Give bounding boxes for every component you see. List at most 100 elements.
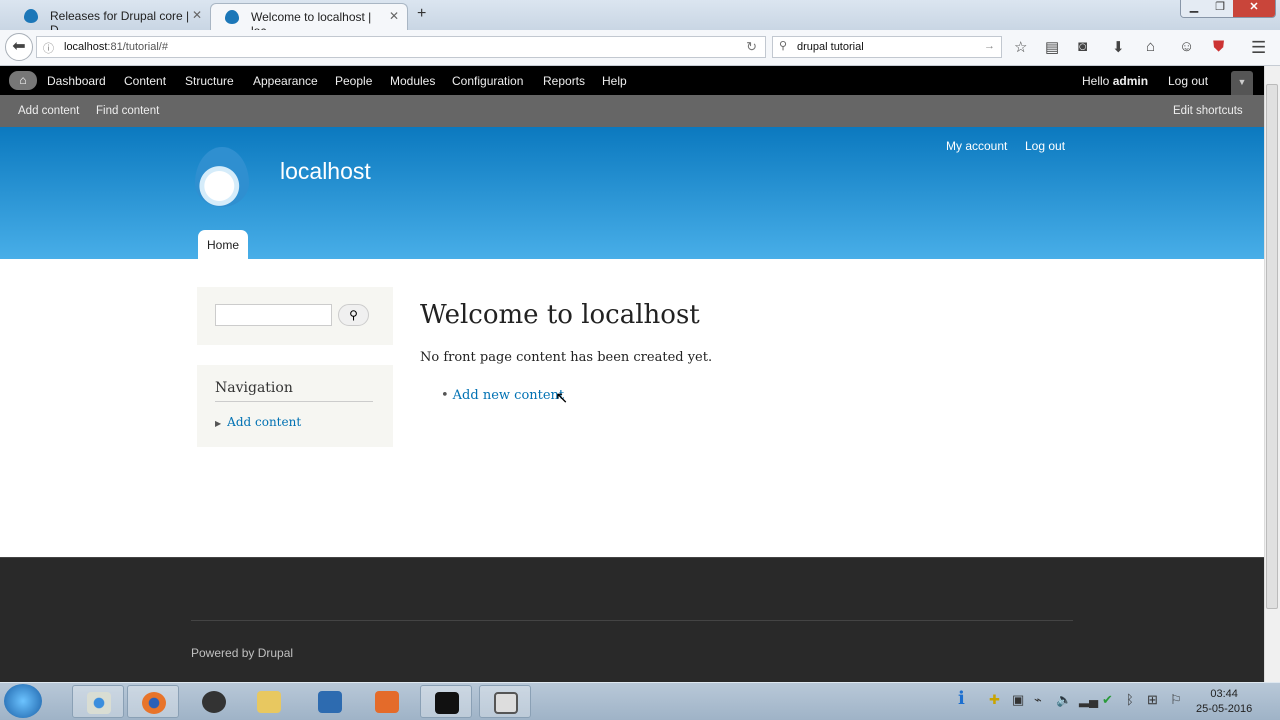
toolbar-structure[interactable]: Structure <box>185 74 234 88</box>
shortcut-add-content[interactable]: Add content <box>18 105 79 117</box>
taskbar-chrome[interactable] <box>72 685 124 718</box>
bluetooth-tray-icon[interactable]: ᛒ <box>1126 692 1134 707</box>
clock-time: 03:44 <box>1210 688 1238 700</box>
update-tray-icon[interactable]: ✚ <box>989 692 1000 708</box>
home-icon[interactable]: ⌂ <box>1146 38 1155 55</box>
info-icon[interactable]: ⓘ <box>43 40 54 56</box>
taskbar-cmd[interactable] <box>420 685 472 718</box>
nav-link[interactable]: Add content <box>227 415 301 429</box>
taskbar-window[interactable] <box>479 685 531 718</box>
toolbar-content[interactable]: Content <box>124 74 166 88</box>
toolbar-modules[interactable]: Modules <box>390 74 435 88</box>
navigation-block <box>197 365 393 447</box>
toolbar-reports[interactable]: Reports <box>543 74 585 88</box>
clock-date: 25-05-2016 <box>1196 703 1253 715</box>
download-icon[interactable]: ⬇ <box>1112 38 1125 56</box>
chrome-icon <box>87 692 111 714</box>
clock[interactable]: 03:44 25-05-2016 <box>1196 687 1252 717</box>
my-account-link[interactable]: My account <box>946 139 1007 153</box>
taskbar-xampp[interactable] <box>361 685 413 718</box>
window-icon <box>494 692 518 714</box>
page-title: Welcome to localhost <box>420 300 700 330</box>
terminal-icon <box>435 692 459 714</box>
restore-button[interactable]: ❐ <box>1207 0 1233 17</box>
pocket-icon[interactable]: ◙ <box>1078 38 1087 55</box>
network-tray-icon[interactable]: ✔ <box>1102 692 1113 708</box>
toolbar-appearance[interactable]: Appearance <box>253 74 318 88</box>
volume-tray-icon[interactable]: 🔈 <box>1056 692 1072 708</box>
folder-icon <box>257 691 281 713</box>
window-controls: ▁ ❐ ✕ <box>1180 0 1276 18</box>
search-value: drupal tutorial <box>797 41 864 53</box>
admin-toolbar: ⌂ Dashboard Content Structure Appearance… <box>0 66 1264 95</box>
tab-home[interactable]: Home <box>198 230 248 259</box>
toolbar-dashboard[interactable]: Dashboard <box>47 74 106 88</box>
search-input[interactable]: ⚲ drupal tutorial → <box>772 36 1002 58</box>
url-host: localhost <box>64 41 108 53</box>
powered-by[interactable]: Powered by Drupal <box>191 646 293 660</box>
minimize-button[interactable]: ▁ <box>1181 0 1207 17</box>
taskbar-firefox[interactable] <box>127 685 179 718</box>
site-search-input[interactable] <box>215 304 332 326</box>
reading-list-icon[interactable]: ▤ <box>1045 38 1059 56</box>
nav-item-add-content: ▶ Add content <box>215 415 301 429</box>
navigation-title: Navigation <box>215 380 293 396</box>
signal-tray-icon[interactable]: ▂▄ <box>1079 692 1098 708</box>
taskbar-app[interactable] <box>304 685 356 718</box>
reload-icon[interactable]: ↻ <box>746 39 757 55</box>
drupal-favicon-icon <box>24 9 38 23</box>
browser-tab-bar: Releases for Drupal core | D...✕ Welcome… <box>0 0 1280 38</box>
start-button[interactable] <box>4 684 42 718</box>
shortcuts-toggle-chevron-down-icon[interactable]: ▼ <box>1231 71 1253 95</box>
taskbar-explorer[interactable] <box>243 685 295 718</box>
toolbar-logout[interactable]: Log out <box>1168 74 1208 88</box>
search-button[interactable]: ⚲ <box>338 304 369 326</box>
search-icon: ⚲ <box>349 308 358 322</box>
chat-icon[interactable]: ☺ <box>1179 38 1194 55</box>
divider <box>215 401 373 402</box>
close-tab-icon[interactable]: ✕ <box>389 9 399 23</box>
shield-icon[interactable]: ⛊ <box>1213 38 1224 55</box>
new-tab-button[interactable]: + <box>417 5 426 23</box>
flag-tray-icon[interactable]: ⚐ <box>1170 692 1182 708</box>
add-new-content-item: • Add new content <box>441 388 564 403</box>
mouse-cursor-icon: ↖ <box>555 390 569 407</box>
toolbar-configuration[interactable]: Configuration <box>452 74 523 88</box>
close-tab-icon[interactable]: ✕ <box>192 8 202 22</box>
back-button[interactable]: ⬅ <box>5 33 33 61</box>
windows-tray-icon[interactable]: ⊞ <box>1147 692 1158 708</box>
scrollbar-thumb[interactable] <box>1266 84 1278 609</box>
info-tray-icon[interactable]: ℹ <box>958 688 965 709</box>
site-header <box>0 127 1264 259</box>
taskbar-settings[interactable] <box>188 685 240 718</box>
close-window-button[interactable]: ✕ <box>1233 0 1275 17</box>
drupal-favicon-icon <box>225 10 239 24</box>
shortcuts-bar: Add content Find content Edit shortcuts <box>0 95 1264 127</box>
hello-user: Hello admin <box>1082 74 1148 88</box>
url-bar[interactable]: ⓘ localhost:81/tutorial/# ↻ <box>36 36 766 58</box>
gear-icon <box>202 691 226 713</box>
divider <box>191 620 1073 621</box>
edit-shortcuts-link[interactable]: Edit shortcuts <box>1173 105 1243 117</box>
browser-tab[interactable]: Releases for Drupal core | D...✕ <box>10 3 210 37</box>
toolbar-people[interactable]: People <box>335 74 372 88</box>
site-name[interactable]: localhost <box>280 158 371 185</box>
username[interactable]: admin <box>1113 74 1148 88</box>
bullet-icon: • <box>441 388 449 403</box>
hello-label: Hello <box>1082 74 1113 88</box>
menu-icon[interactable]: ☰ <box>1251 38 1266 58</box>
app-icon <box>318 691 342 713</box>
browser-tab-active[interactable]: Welcome to localhost | loc...✕ <box>210 3 408 38</box>
add-new-content-link[interactable]: Add new content <box>453 388 564 403</box>
window-tray-icon[interactable]: ▣ <box>1012 692 1024 708</box>
empty-message: No front page content has been created y… <box>420 350 713 365</box>
search-icon: ⚲ <box>779 40 788 52</box>
header-logout-link[interactable]: Log out <box>1025 139 1065 153</box>
bookmark-star-icon[interactable]: ☆ <box>1014 38 1027 56</box>
shortcut-find-content[interactable]: Find content <box>96 105 159 117</box>
url-path: :81/tutorial/# <box>107 41 168 53</box>
go-arrow-icon[interactable]: → <box>984 40 995 52</box>
power-tray-icon[interactable]: ⌁ <box>1034 692 1042 708</box>
toolbar-help[interactable]: Help <box>602 74 627 88</box>
home-icon[interactable]: ⌂ <box>9 71 37 90</box>
